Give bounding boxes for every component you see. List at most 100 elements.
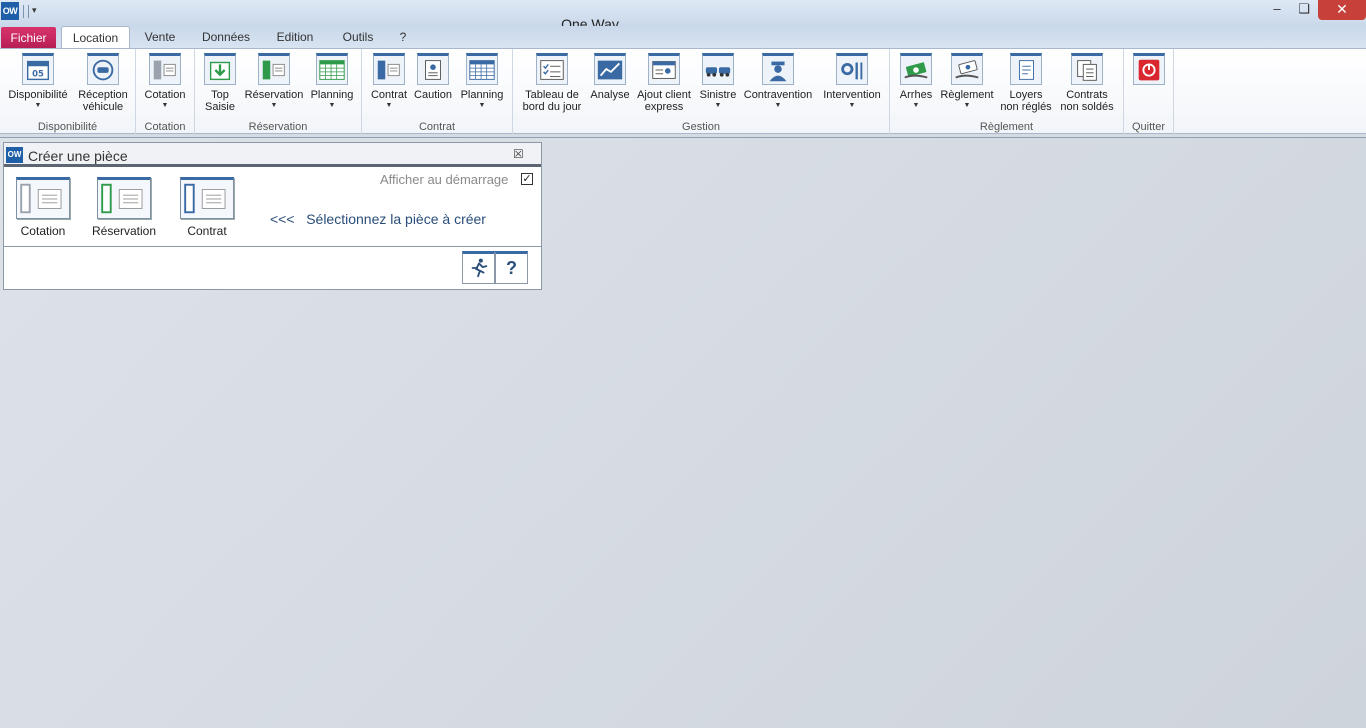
group-quitter: Quitter <box>1124 49 1174 135</box>
caution-button[interactable]: Caution <box>412 53 454 101</box>
unpaid-icon <box>1010 53 1042 85</box>
vehicule-label: véhicule <box>82 101 124 113</box>
reglement-button[interactable]: Règlement ▼ <box>938 53 996 110</box>
intervention-button[interactable]: Intervention ▼ <box>818 53 886 110</box>
ribbon: 05 Disponibilité ▼ Réception véhicule Di… <box>0 48 1366 135</box>
grid-green-icon <box>316 53 348 85</box>
dialog-title-bar[interactable]: OW Créer une pièce ☒ <box>4 143 541 167</box>
quick-access-dropdown-icon[interactable]: ▾ <box>32 5 37 16</box>
piece-contrat-button[interactable]: Contrat <box>178 177 236 238</box>
dialog-close-icon[interactable]: ☒ <box>513 147 524 161</box>
grid-blue-icon <box>466 53 498 85</box>
contravention-button[interactable]: Contravention ▼ <box>740 53 816 110</box>
planning-contrat-button[interactable]: Planning ▼ <box>457 53 507 110</box>
contrat-label: Contrat <box>370 89 408 101</box>
download-icon <box>204 53 236 85</box>
tab-edition[interactable]: Edition <box>268 26 322 49</box>
title-bar: OW ▾ One Way – ❏ ✕ <box>0 0 1366 32</box>
power-icon <box>1133 53 1165 85</box>
top-label: Top <box>211 89 229 101</box>
group-label-gestion: Gestion <box>682 121 720 133</box>
creer-piece-dialog: OW Créer une pièce ☒ Afficher au démarra… <box>3 142 542 290</box>
contrats-non-soldes-button[interactable]: Contrats non soldés <box>1057 53 1117 113</box>
document-grey-icon <box>16 177 70 219</box>
group-label-reservation: Réservation <box>248 121 308 133</box>
group-cotation: Cotation ▼ Cotation <box>136 49 195 135</box>
tab-outils[interactable]: Outils <box>334 26 382 49</box>
caution-label: Caution <box>414 89 452 101</box>
checklist-icon <box>536 53 568 85</box>
dialog-footer-divider <box>4 246 541 247</box>
non-soldes-label: non soldés <box>1060 101 1114 113</box>
car-return-icon <box>87 53 119 85</box>
dialog-title: Créer une pièce <box>28 148 128 164</box>
chevron-down-icon: ▼ <box>385 102 393 109</box>
payment-icon <box>951 53 983 85</box>
intervention-label: Intervention <box>823 89 881 101</box>
exit-button[interactable] <box>462 251 495 284</box>
crash-icon <box>702 53 734 85</box>
disponibilite-button[interactable]: 05 Disponibilité ▼ <box>4 53 72 110</box>
reception-vehicule-button[interactable]: Réception véhicule <box>74 53 132 113</box>
money-icon <box>900 53 932 85</box>
chevron-down-icon: ▼ <box>270 102 278 109</box>
document-grey-icon <box>149 53 181 85</box>
reglement-label: Règlement <box>940 89 994 101</box>
dialog-app-icon: OW <box>6 147 23 163</box>
close-window-button[interactable]: ✕ <box>1318 0 1366 20</box>
tools-icon <box>836 53 868 85</box>
piece-cotation-button[interactable]: Cotation <box>14 177 72 238</box>
group-label-reglement: Règlement <box>979 121 1034 133</box>
disponibilite-label: Disponibilité <box>8 89 68 101</box>
quitter-button[interactable] <box>1132 53 1166 89</box>
chevron-down-icon: ▼ <box>963 102 971 109</box>
maximize-button[interactable]: ❏ <box>1290 0 1318 20</box>
tab-vente[interactable]: Vente <box>137 26 183 49</box>
arrhes-label: Arrhes <box>899 89 933 101</box>
contrat-button[interactable]: Contrat ▼ <box>367 53 411 110</box>
reservation-label: Réservation <box>244 89 304 101</box>
analyse-label: Analyse <box>590 89 630 101</box>
reception-label: Réception <box>78 89 128 101</box>
planning-reservation-button[interactable]: Planning ▼ <box>307 53 357 110</box>
group-label-quitter: Quitter <box>1131 121 1165 133</box>
planning-label: Planning <box>310 89 354 101</box>
select-piece-hint: <<< Sélectionnez la pièce à créer <box>270 211 486 227</box>
cotation-button[interactable]: Cotation ▼ <box>141 53 189 110</box>
analyse-button[interactable]: Analyse <box>588 53 632 101</box>
tableau-de-bord-button[interactable]: Tableau de bord du jour <box>518 53 586 113</box>
chevron-down-icon: ▼ <box>34 102 42 109</box>
help-button[interactable]: ? <box>495 251 528 284</box>
ajout-client-express-button[interactable]: Ajout client express <box>633 53 695 113</box>
afficher-au-demarrage-label: Afficher au démarrage <box>380 172 509 187</box>
tab-fichier[interactable]: Fichier <box>1 27 56 49</box>
chart-icon <box>594 53 626 85</box>
arrhes-button[interactable]: Arrhes ▼ <box>896 53 936 110</box>
ajout-client-label: Ajout client <box>637 89 691 101</box>
tab-help[interactable]: ? <box>394 26 412 49</box>
reservation-button[interactable]: Réservation ▼ <box>243 53 305 110</box>
piece-cotation-label: Cotation <box>20 224 66 238</box>
afficher-au-demarrage-checkbox[interactable]: ✓ <box>521 173 533 185</box>
bord-du-jour-label: bord du jour <box>522 101 582 113</box>
piece-reservation-label: Réservation <box>92 224 157 238</box>
chevron-down-icon: ▼ <box>478 102 486 109</box>
tab-donnees[interactable]: Données <box>196 26 256 49</box>
chevron-down-icon: ▼ <box>774 102 782 109</box>
document-green-icon <box>258 53 290 85</box>
chevron-down-icon: ▼ <box>161 102 169 109</box>
deposit-icon <box>417 53 449 85</box>
tab-location[interactable]: Location <box>61 26 130 49</box>
officer-icon <box>762 53 794 85</box>
minimize-button[interactable]: – <box>1263 0 1291 20</box>
chevron-down-icon: ▼ <box>714 102 722 109</box>
piece-reservation-button[interactable]: Réservation <box>92 177 156 238</box>
top-saisie-button[interactable]: Top Saisie <box>201 53 239 113</box>
documents-icon <box>1071 53 1103 85</box>
loyers-non-regles-button[interactable]: Loyers non réglés <box>998 53 1054 113</box>
sinistre-button[interactable]: Sinistre ▼ <box>697 53 739 110</box>
saisie-label: Saisie <box>205 101 235 113</box>
document-green-icon <box>97 177 151 219</box>
group-label-cotation: Cotation <box>144 121 186 133</box>
tableau-label: Tableau de <box>525 89 579 101</box>
